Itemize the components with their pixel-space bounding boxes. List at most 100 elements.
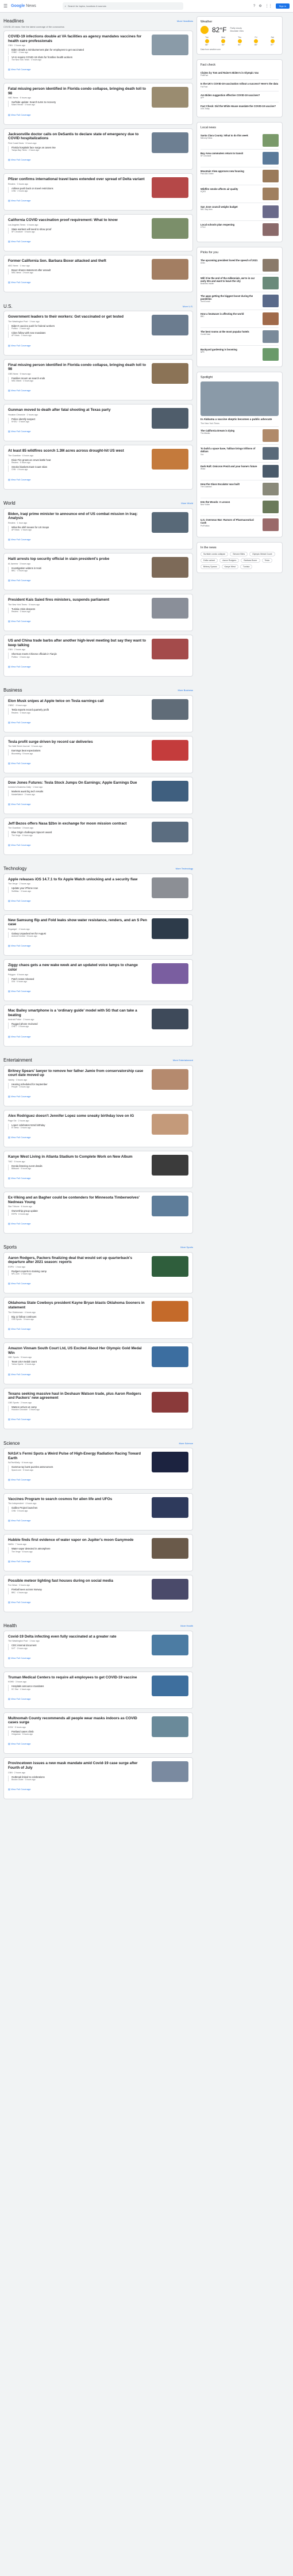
more-link[interactable]: More Headlines: [177, 20, 193, 22]
full-coverage-link[interactable]: ▤ View Full Coverage: [8, 430, 31, 433]
fact-check-item[interactable]: Are Biden suggestion effective COVID-19 …: [201, 90, 279, 102]
story-thumbnail[interactable]: [152, 780, 188, 802]
spotlight-item[interactable]: The California Dream is dying The Atlanti…: [201, 426, 279, 444]
story-thumbnail[interactable]: [152, 1008, 188, 1029]
more-link[interactable]: More Health: [180, 1624, 193, 1627]
section-title[interactable]: Headlines: [3, 18, 24, 24]
forecast-day[interactable]: Thu 84°: [233, 36, 246, 46]
full-coverage-link[interactable]: ▤ View Full Coverage: [8, 158, 31, 161]
forecast-day[interactable]: Tue 88°: [201, 36, 213, 46]
more-link[interactable]: More Science: [179, 1442, 193, 1445]
section-title[interactable]: World: [3, 501, 16, 506]
story-thumbnail[interactable]: [152, 1114, 188, 1135]
menu-icon[interactable]: ☰: [3, 3, 7, 9]
forecast-day[interactable]: Sat 87°: [266, 36, 279, 46]
settings-icon[interactable]: ⚙: [259, 4, 261, 8]
section-subtitle[interactable]: COVID-19 news: See the latest coverage o…: [3, 25, 193, 28]
topic-chip[interactable]: Kanye West: [221, 564, 238, 570]
full-coverage-link[interactable]: ▤ View Full Coverage: [8, 1177, 31, 1180]
story-thumbnail[interactable]: [152, 1716, 188, 1737]
full-coverage-link[interactable]: ▤ View Full Coverage: [8, 1095, 31, 1098]
full-coverage-link[interactable]: ▤ View Full Coverage: [8, 113, 31, 116]
story-thumbnail[interactable]: [152, 1761, 188, 1783]
section-title[interactable]: Sports: [3, 1245, 17, 1250]
story-thumbnail[interactable]: [152, 739, 188, 761]
topic-chip[interactable]: Britney Spears: [201, 564, 220, 570]
story-thumbnail[interactable]: [152, 1497, 188, 1518]
full-coverage-link[interactable]: ▤ View Full Coverage: [8, 844, 31, 846]
story-thumbnail[interactable]: [152, 1675, 188, 1696]
section-title[interactable]: Business: [3, 688, 22, 693]
full-coverage-link[interactable]: ▤ View Full Coverage: [8, 944, 31, 947]
full-coverage-link[interactable]: ▤ View Full Coverage: [8, 1373, 31, 1376]
local-item[interactable]: Mountain View approves new housing Palo A…: [201, 166, 279, 185]
story-thumbnail[interactable]: [152, 1196, 188, 1217]
full-coverage-link[interactable]: ▤ View Full Coverage: [8, 803, 31, 806]
topic-chip[interactable]: Tunisia: [240, 564, 253, 570]
full-coverage-link[interactable]: ▤ View Full Coverage: [8, 1327, 31, 1330]
story-thumbnail[interactable]: [152, 408, 188, 429]
story-thumbnail[interactable]: [152, 918, 188, 939]
spotlight-item[interactable]: How the Glass Escalator was built The Gua…: [201, 480, 279, 498]
story-thumbnail[interactable]: [152, 1634, 188, 1655]
story-thumbnail[interactable]: [152, 1346, 188, 1367]
story-thumbnail[interactable]: [152, 1391, 188, 1413]
full-coverage-link[interactable]: ▤ View Full Coverage: [8, 281, 31, 284]
full-coverage-link[interactable]: ▤ View Full Coverage: [8, 1601, 31, 1604]
picks-item[interactable]: Backyard gardening is booming NPR: [201, 345, 279, 363]
full-coverage-link[interactable]: ▤ View Full Coverage: [8, 579, 31, 582]
topic-chip[interactable]: Tesla: [261, 558, 272, 563]
full-coverage-link[interactable]: ▤ View Full Coverage: [8, 762, 31, 765]
full-coverage-link[interactable]: ▤ View Full Coverage: [8, 1282, 31, 1285]
full-coverage-link[interactable]: ▤ View Full Coverage: [8, 240, 31, 243]
google-news-logo[interactable]: Google News: [11, 4, 36, 8]
topic-chip[interactable]: Surfside condo collapse: [201, 552, 229, 557]
sign-in-button[interactable]: Sign in: [275, 3, 290, 9]
section-title[interactable]: Entertainment: [3, 1058, 32, 1063]
more-link[interactable]: More Entertainment: [173, 1059, 193, 1062]
story-thumbnail[interactable]: [152, 1301, 188, 1322]
full-coverage-link[interactable]: ▤ View Full Coverage: [8, 990, 31, 993]
more-link[interactable]: More Business: [178, 689, 193, 692]
full-coverage-link[interactable]: ▤ View Full Coverage: [8, 721, 31, 724]
topic-chip[interactable]: Olympic Medal Count: [249, 552, 275, 557]
spotlight-item[interactable]: To build a space base, Taliban brings tr…: [201, 444, 279, 462]
story-thumbnail[interactable]: [152, 963, 188, 984]
local-item[interactable]: Wildfire smoke affects air quality KQED: [201, 184, 279, 203]
more-link[interactable]: More Technology: [176, 867, 193, 870]
full-coverage-link[interactable]: ▤ View Full Coverage: [8, 665, 31, 668]
full-coverage-link[interactable]: ▤ View Full Coverage: [8, 344, 31, 347]
story-thumbnail[interactable]: [152, 557, 188, 578]
more-link[interactable]: More World: [181, 502, 193, 505]
local-item[interactable]: Santa Clara County: What to do this week…: [201, 132, 279, 149]
local-item[interactable]: Local schools plan reopening KTVU: [201, 220, 279, 238]
full-coverage-link[interactable]: ▤ View Full Coverage: [8, 1697, 31, 1700]
more-link[interactable]: More Sports: [180, 1246, 193, 1249]
story-thumbnail[interactable]: [152, 821, 188, 842]
picks-item[interactable]: The apps getting the biggest boost durin…: [201, 291, 279, 310]
full-coverage-link[interactable]: ▤ View Full Coverage: [8, 620, 31, 623]
story-thumbnail[interactable]: [152, 598, 188, 619]
forecast-day[interactable]: Fri 85°: [250, 36, 263, 46]
full-coverage-link[interactable]: ▤ View Full Coverage: [8, 1560, 31, 1563]
story-thumbnail[interactable]: [152, 449, 188, 470]
local-item[interactable]: Bay Area commuters return to transit SF C…: [201, 148, 279, 167]
story-thumbnail[interactable]: [152, 699, 188, 720]
story-thumbnail[interactable]: [152, 1255, 188, 1277]
local-item[interactable]: San Jose council weighs budget NBC Bay Ar…: [201, 202, 279, 220]
spotlight-item[interactable]: U.S. Overseas War: Rumors of Pharmaceuti…: [201, 516, 279, 533]
fact-check-item[interactable]: Claims by Tom and Raine's Biden's in Oly…: [201, 69, 279, 79]
forecast-day[interactable]: Wed 86°: [217, 36, 230, 46]
topic-chip[interactable]: Aaron Rodgers: [219, 558, 240, 563]
full-coverage-link[interactable]: ▤ View Full Coverage: [8, 1742, 31, 1745]
full-coverage-link[interactable]: ▤ View Full Coverage: [8, 478, 31, 481]
full-coverage-link[interactable]: ▤ View Full Coverage: [8, 899, 31, 902]
story-thumbnail[interactable]: [152, 1537, 188, 1559]
search-input[interactable]: ⌕ Search for topics, locations & sources: [62, 2, 183, 10]
story-thumbnail[interactable]: [152, 639, 188, 660]
spotlight-item[interactable]: Into the Woods: A Lesson New Yorker: [201, 498, 279, 516]
story-thumbnail[interactable]: [152, 877, 188, 898]
full-coverage-link[interactable]: ▤ View Full Coverage: [8, 1136, 31, 1139]
more-link[interactable]: More U.S.: [183, 305, 193, 308]
fact-check-item[interactable]: Is the UK's COVID-19 vaccination rollout…: [201, 79, 279, 90]
